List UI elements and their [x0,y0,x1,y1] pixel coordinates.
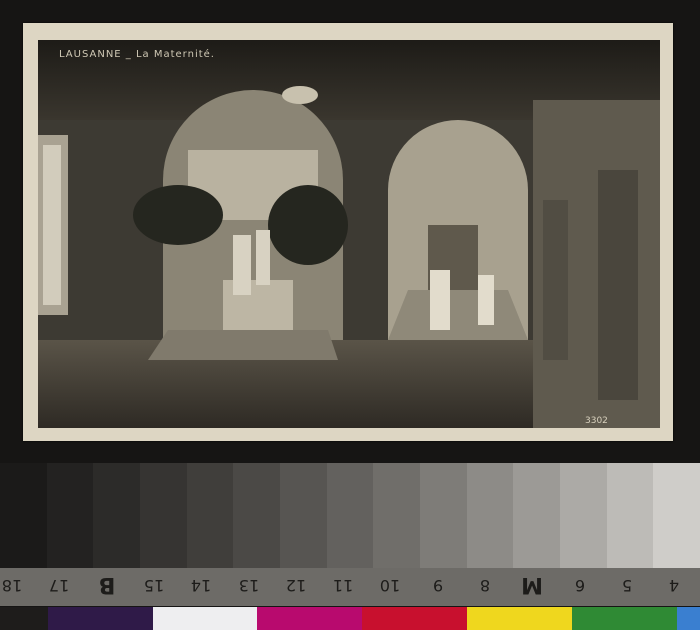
grayscale-target [0,463,700,568]
gray-patch [326,463,374,568]
scale-label: 5 [621,576,632,595]
scale-label: 13 [238,576,259,595]
color-patch [0,607,48,630]
color-patch [362,607,467,630]
gray-patch [0,463,47,568]
color-patch [467,607,572,630]
grayscale-labels: 18 17 B 15 14 13 12 11 10 9 8 M 6 5 4 [0,568,700,606]
gray-patch [233,463,281,568]
plate-number: 3302 [585,416,608,426]
color-patch-bar [0,607,700,630]
gray-patch [513,463,561,568]
gray-patch [93,463,141,568]
gray-patch [606,463,654,568]
color-patch [48,607,153,630]
scale-label: 10 [380,576,401,595]
gray-patch [420,463,467,568]
gray-patch [560,463,607,568]
gray-patch [373,463,421,568]
scale-label: 9 [432,576,443,595]
scale-label: 8 [479,576,491,595]
scale-label: B [98,572,115,597]
color-patch [677,607,700,630]
scale-label: 18 [1,576,23,595]
color-patch [572,607,677,630]
scale-label: 6 [574,576,585,595]
scale-label: 11 [332,576,354,595]
gray-patch [46,463,94,568]
gray-patch [280,463,327,568]
gray-patch [140,463,187,568]
scale-label: 12 [285,576,306,595]
scale-label: 15 [143,576,165,595]
scale-label: 14 [191,576,212,595]
gray-patch [466,463,514,568]
color-patch [153,607,257,630]
scale-label: 4 [669,576,680,595]
postcard-caption: LAUSANNE _ La Maternité. [59,49,215,60]
scale-label: 17 [49,576,70,595]
scale-label: M [521,572,544,597]
hallway-photograph [38,40,660,428]
gray-patch [186,463,234,568]
gray-patch [653,463,700,568]
color-patch [257,607,362,630]
postcard: LAUSANNE _ La Maternité. 3302 [23,23,673,441]
